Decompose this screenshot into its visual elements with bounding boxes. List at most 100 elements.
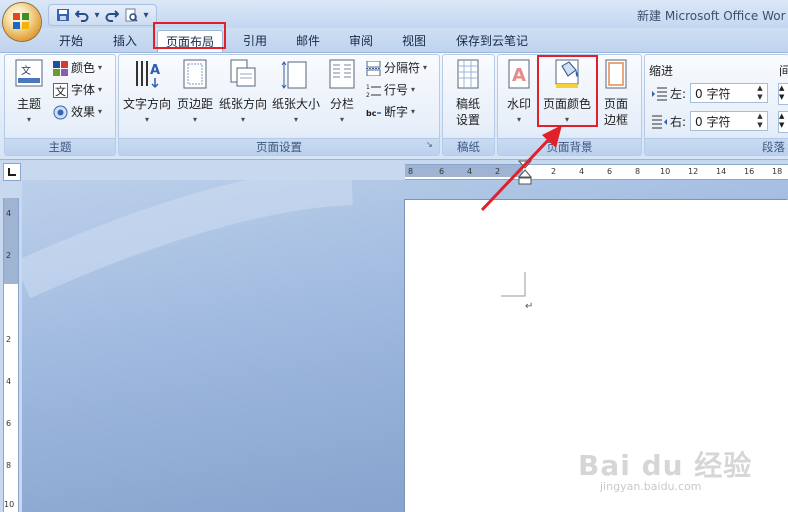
tab-home[interactable]: 开始 bbox=[52, 30, 90, 52]
page-setup-dialog-launcher-icon[interactable]: ↘ bbox=[426, 140, 433, 149]
indent-left-spinner-icon[interactable]: ▲ ▼ bbox=[753, 84, 767, 102]
tab-save-to-cloud-notes[interactable]: 保存到云笔记 bbox=[448, 30, 536, 52]
svg-text:文: 文 bbox=[21, 64, 31, 77]
hyphenation-label: 断字 bbox=[384, 105, 409, 119]
margins-dropdown-icon: ▾ bbox=[192, 115, 197, 124]
office-logo-icon bbox=[13, 13, 29, 29]
theme-dropdown-icon: ▾ bbox=[26, 115, 31, 124]
fonts-icon: 文 bbox=[53, 82, 68, 98]
annotation-arrow bbox=[480, 125, 562, 212]
size-icon bbox=[281, 61, 307, 89]
redo-icon[interactable] bbox=[104, 7, 120, 23]
tab-references[interactable]: 引用 bbox=[236, 30, 274, 52]
baidu-watermark-url: jingyan.baidu.com bbox=[600, 480, 702, 493]
colors-icon bbox=[53, 60, 68, 76]
spacing-after-spinner-icon[interactable]: ▲ ▼ bbox=[778, 111, 788, 133]
margin-corner-mark bbox=[501, 272, 526, 297]
hyphenation-icon: bc bbox=[366, 109, 381, 118]
ruler-h-mark: 6 bbox=[607, 167, 613, 176]
columns-icon bbox=[329, 59, 355, 89]
breaks-label: 分隔符 bbox=[384, 61, 421, 75]
page-color-highlight-box bbox=[537, 55, 598, 127]
quick-access-toolbar: ▾ ▾ bbox=[48, 4, 157, 26]
indent-title: 缩进 bbox=[649, 64, 674, 78]
theme-fonts-button[interactable]: 文 字体 ▾ bbox=[53, 80, 102, 100]
customize-qat-icon[interactable]: ▾ bbox=[142, 7, 150, 23]
theme-colors-button[interactable]: 颜色 ▾ bbox=[53, 58, 102, 78]
page-borders-button[interactable]: 页面 边框 bbox=[598, 58, 634, 128]
indent-right-value: 0 字符 bbox=[695, 115, 731, 129]
undo-dropdown-icon[interactable]: ▾ bbox=[93, 7, 101, 23]
group-label-paragraph: 段落 bbox=[645, 138, 788, 155]
tab-highlight-box bbox=[153, 22, 226, 49]
fonts-label: 字体 bbox=[71, 83, 96, 97]
spacing-before-spinner-icon[interactable]: ▲ ▼ bbox=[778, 83, 788, 105]
tab-view[interactable]: 视图 bbox=[395, 30, 433, 52]
fonts-dropdown-icon: ▾ bbox=[98, 85, 103, 94]
effects-label: 效果 bbox=[71, 105, 96, 119]
undo-icon[interactable] bbox=[74, 7, 90, 23]
columns-button[interactable]: 分栏 ▾ bbox=[324, 58, 360, 128]
left-tab-stop-icon bbox=[8, 168, 16, 176]
ruler-h-mark: 12 bbox=[688, 167, 699, 176]
ruler-h-mark: 6 bbox=[439, 167, 445, 176]
tab-selector-button[interactable] bbox=[3, 163, 21, 181]
colors-dropdown-icon: ▾ bbox=[98, 63, 103, 72]
columns-label: 分栏 bbox=[329, 97, 354, 111]
breaks-button[interactable]: 分隔符 ▾ bbox=[366, 58, 427, 78]
manuscript-icon bbox=[457, 59, 479, 89]
watermark-label: 水印 bbox=[506, 97, 531, 111]
indent-left-icon bbox=[652, 87, 667, 101]
ruler-v-mark: 4 bbox=[6, 209, 12, 218]
text-direction-button[interactable]: A 文字方向 ▾ bbox=[120, 58, 174, 128]
text-direction-icon: A bbox=[136, 61, 160, 89]
paragraph-mark-icon: ↵ bbox=[525, 301, 534, 312]
svg-text:A: A bbox=[512, 65, 526, 86]
save-icon[interactable] bbox=[55, 7, 71, 23]
print-preview-icon[interactable] bbox=[123, 7, 139, 23]
watermark-button[interactable]: A 水印 ▾ bbox=[501, 58, 537, 128]
ruler-h-mark: 18 bbox=[772, 167, 783, 176]
ruler-h-mark: 4 bbox=[467, 167, 473, 176]
effects-icon bbox=[53, 105, 68, 119]
size-button[interactable]: 纸张大小 ▾ bbox=[270, 58, 322, 128]
breaks-icon bbox=[366, 60, 381, 76]
indent-left-label: 左: bbox=[670, 87, 687, 101]
group-label-theme: 主题 bbox=[5, 138, 115, 155]
manuscript-setup-button[interactable]: 稿纸 设置 bbox=[448, 58, 488, 128]
line-numbers-button[interactable]: 12 行号 ▾ bbox=[366, 80, 415, 100]
ruler-h-mark: 4 bbox=[579, 167, 585, 176]
ruler-v-mark: 2 bbox=[6, 251, 12, 260]
baidu-watermark: Bai du 经验 bbox=[578, 449, 753, 482]
text-direction-label: 文字方向 bbox=[122, 97, 171, 111]
margins-button[interactable]: 页边距 ▾ bbox=[174, 58, 216, 128]
columns-dropdown-icon: ▾ bbox=[339, 115, 344, 124]
text-direction-dropdown-icon: ▾ bbox=[144, 115, 149, 124]
svg-text:2: 2 bbox=[366, 92, 370, 98]
ruler-h-mark: 8 bbox=[408, 167, 414, 176]
size-dropdown-icon: ▾ bbox=[293, 115, 298, 124]
svg-text:A: A bbox=[150, 63, 160, 78]
orientation-dropdown-icon: ▾ bbox=[240, 115, 245, 124]
indent-left-input[interactable]: 0 字符 ▲ ▼ bbox=[690, 83, 768, 103]
theme-effects-button[interactable]: 效果 ▾ bbox=[53, 102, 102, 122]
theme-icon: 文 bbox=[15, 59, 43, 87]
line-numbers-label: 行号 bbox=[384, 83, 409, 97]
tab-insert[interactable]: 插入 bbox=[106, 30, 144, 52]
ruler-v-mark: 2 bbox=[6, 335, 12, 344]
theme-button-label: 主题 bbox=[16, 97, 41, 111]
tab-mailings[interactable]: 邮件 bbox=[289, 30, 327, 52]
indent-right-input[interactable]: 0 字符 ▲ ▼ bbox=[690, 111, 768, 131]
margins-label: 页边距 bbox=[176, 97, 213, 111]
page-borders-label-line2: 边框 bbox=[603, 113, 628, 127]
ruler-v-mark: 8 bbox=[6, 461, 12, 470]
tab-review[interactable]: 审阅 bbox=[342, 30, 380, 52]
orientation-button[interactable]: 纸张方向 ▾ bbox=[216, 58, 270, 128]
size-label: 纸张大小 bbox=[271, 97, 320, 111]
manuscript-label-line1: 稿纸 bbox=[455, 97, 480, 111]
theme-button[interactable]: 文 主题 ▾ bbox=[10, 58, 48, 128]
page-borders-label-line1: 页面 bbox=[603, 97, 628, 111]
hyphenation-button[interactable]: bc 断字 ▾ bbox=[366, 102, 415, 122]
indent-right-spinner-icon[interactable]: ▲ ▼ bbox=[753, 112, 767, 130]
ruler-v-mark: 10 bbox=[4, 500, 15, 509]
